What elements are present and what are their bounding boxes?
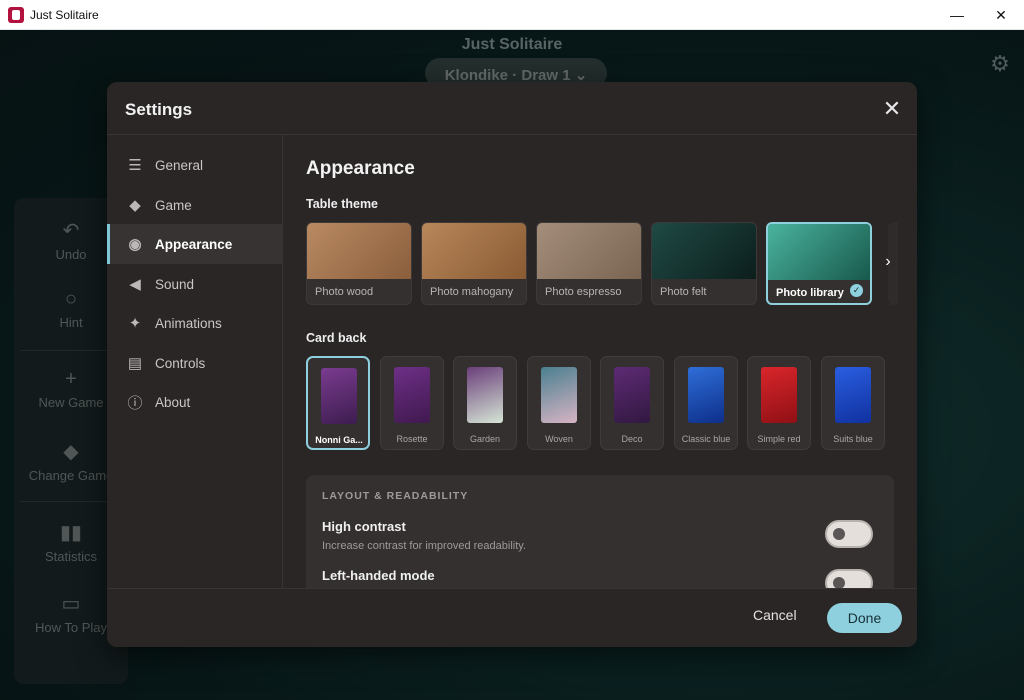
card-back-label: Suits blue — [833, 434, 873, 444]
card-back-label: Card back — [306, 331, 367, 345]
close-icon[interactable]: ✕ — [881, 98, 903, 120]
nav-label: Animations — [155, 315, 222, 331]
sparkle-icon: ✦ — [128, 315, 142, 332]
card-back-image — [321, 368, 357, 424]
left-handed-mode-toggle[interactable] — [825, 569, 873, 588]
card-back-option[interactable]: Suits blue — [821, 356, 885, 450]
toggle-knob — [833, 528, 845, 540]
high-contrast-description: Increase contrast for improved readabili… — [322, 540, 526, 552]
card-back-option[interactable]: Deco — [600, 356, 664, 450]
left-handed-mode-label: Left-handed mode — [322, 568, 435, 583]
nav-label: Game — [155, 197, 192, 213]
check-icon: ✓ — [850, 284, 863, 297]
settings-footer: Cancel Done — [107, 588, 917, 647]
card-back-option[interactable]: Rosette — [380, 356, 444, 450]
theme-label: Photo espresso — [545, 286, 622, 298]
card-back-image — [761, 367, 797, 423]
settings-nav: ☰ General ◆ Game ◉ Appearance ◀ Sound ✦ Anima… — [107, 135, 283, 588]
theme-swatch — [537, 223, 641, 279]
card-back-label: Woven — [545, 434, 573, 444]
chevron-right-icon[interactable]: › — [878, 247, 898, 277]
theme-option-selected[interactable]: Photo library ✓ — [766, 222, 872, 305]
theme-label: Photo mahogany — [430, 286, 514, 298]
high-contrast-toggle[interactable] — [825, 520, 873, 548]
theme-label: Photo wood — [315, 286, 374, 298]
panel-title: LAYOUT & READABILITY — [322, 490, 469, 502]
toggle-knob — [833, 577, 845, 588]
nav-item-sound[interactable]: ◀ Sound — [107, 264, 283, 304]
card-back-image — [541, 367, 577, 423]
done-button[interactable]: Done — [827, 603, 902, 633]
card-back-image — [467, 367, 503, 423]
sliders-icon: ☰ — [128, 157, 142, 174]
theme-swatch — [422, 223, 526, 279]
card-back-label: Simple red — [757, 434, 801, 444]
theme-swatch — [307, 223, 411, 279]
nav-item-appearance[interactable]: ◉ Appearance — [107, 224, 283, 264]
window-title: Just Solitaire — [30, 7, 99, 22]
theme-option[interactable]: Photo wood — [306, 222, 412, 305]
high-contrast-label: High contrast — [322, 519, 406, 534]
card-back-label: Garden — [469, 434, 501, 444]
info-icon: ⓘ — [127, 394, 143, 412]
app-icon — [8, 6, 24, 23]
card-back-option[interactable]: Garden — [453, 356, 517, 450]
close-window-button[interactable]: ✕ — [978, 0, 1024, 30]
cancel-button[interactable]: Cancel — [753, 607, 797, 623]
card-back-image — [394, 367, 430, 423]
nav-label: General — [155, 157, 204, 173]
card-back-option[interactable]: Simple red — [747, 356, 811, 450]
appearance-content: Appearance Table theme Photo wood Photo … — [284, 135, 917, 588]
nav-item-animations[interactable]: ✦ Animations — [107, 303, 283, 343]
card-back-option-selected[interactable]: Nonni Ga... — [306, 356, 370, 450]
settings-dialog: Settings ✕ ☰ General ◆ Game ◉ Appearance ◀ S… — [107, 82, 917, 647]
keyboard-icon: ▤ — [127, 355, 143, 372]
palette-icon: ◉ — [128, 236, 142, 253]
nav-label: Appearance — [155, 236, 233, 252]
nav-item-game[interactable]: ◆ Game — [107, 185, 283, 225]
theme-option[interactable]: Photo mahogany — [421, 222, 527, 305]
section-title: Appearance — [306, 158, 415, 179]
theme-option[interactable]: Photo espresso — [536, 222, 642, 305]
theme-label: Photo felt — [660, 286, 707, 298]
card-back-label: Rosette — [396, 434, 428, 444]
theme-swatch — [768, 224, 870, 280]
title-bar: Just Solitaire — ✕ — [0, 0, 1024, 30]
nav-label: About — [155, 394, 191, 410]
nav-label: Controls — [155, 355, 206, 371]
settings-title: Settings — [125, 100, 193, 119]
table-theme-label: Table theme — [306, 197, 379, 211]
theme-swatch — [652, 223, 756, 279]
card-back-image — [688, 367, 724, 423]
card-back-label: Deco — [621, 434, 643, 444]
card-back-image — [614, 367, 650, 423]
cards-icon: ◆ — [129, 197, 141, 214]
card-back-image — [835, 367, 871, 423]
nav-item-general[interactable]: ☰ General — [107, 145, 283, 185]
theme-option[interactable]: Photo felt — [651, 222, 757, 305]
card-back-label: Nonni Ga... — [315, 435, 363, 445]
layout-readability-panel: LAYOUT & READABILITY High contrast Incre… — [306, 475, 894, 588]
speaker-icon: ◀ — [129, 276, 141, 293]
card-back-option[interactable]: Classic blue — [674, 356, 738, 450]
maximize-button[interactable] — [935, 0, 981, 30]
card-back-option[interactable]: Woven — [527, 356, 591, 450]
card-back-label: Classic blue — [681, 434, 731, 444]
nav-item-controls[interactable]: ▤ Controls — [107, 343, 283, 383]
nav-label: Sound — [155, 276, 195, 292]
nav-item-about[interactable]: ⓘ About — [107, 382, 283, 422]
settings-header: Settings ✕ — [107, 82, 917, 135]
